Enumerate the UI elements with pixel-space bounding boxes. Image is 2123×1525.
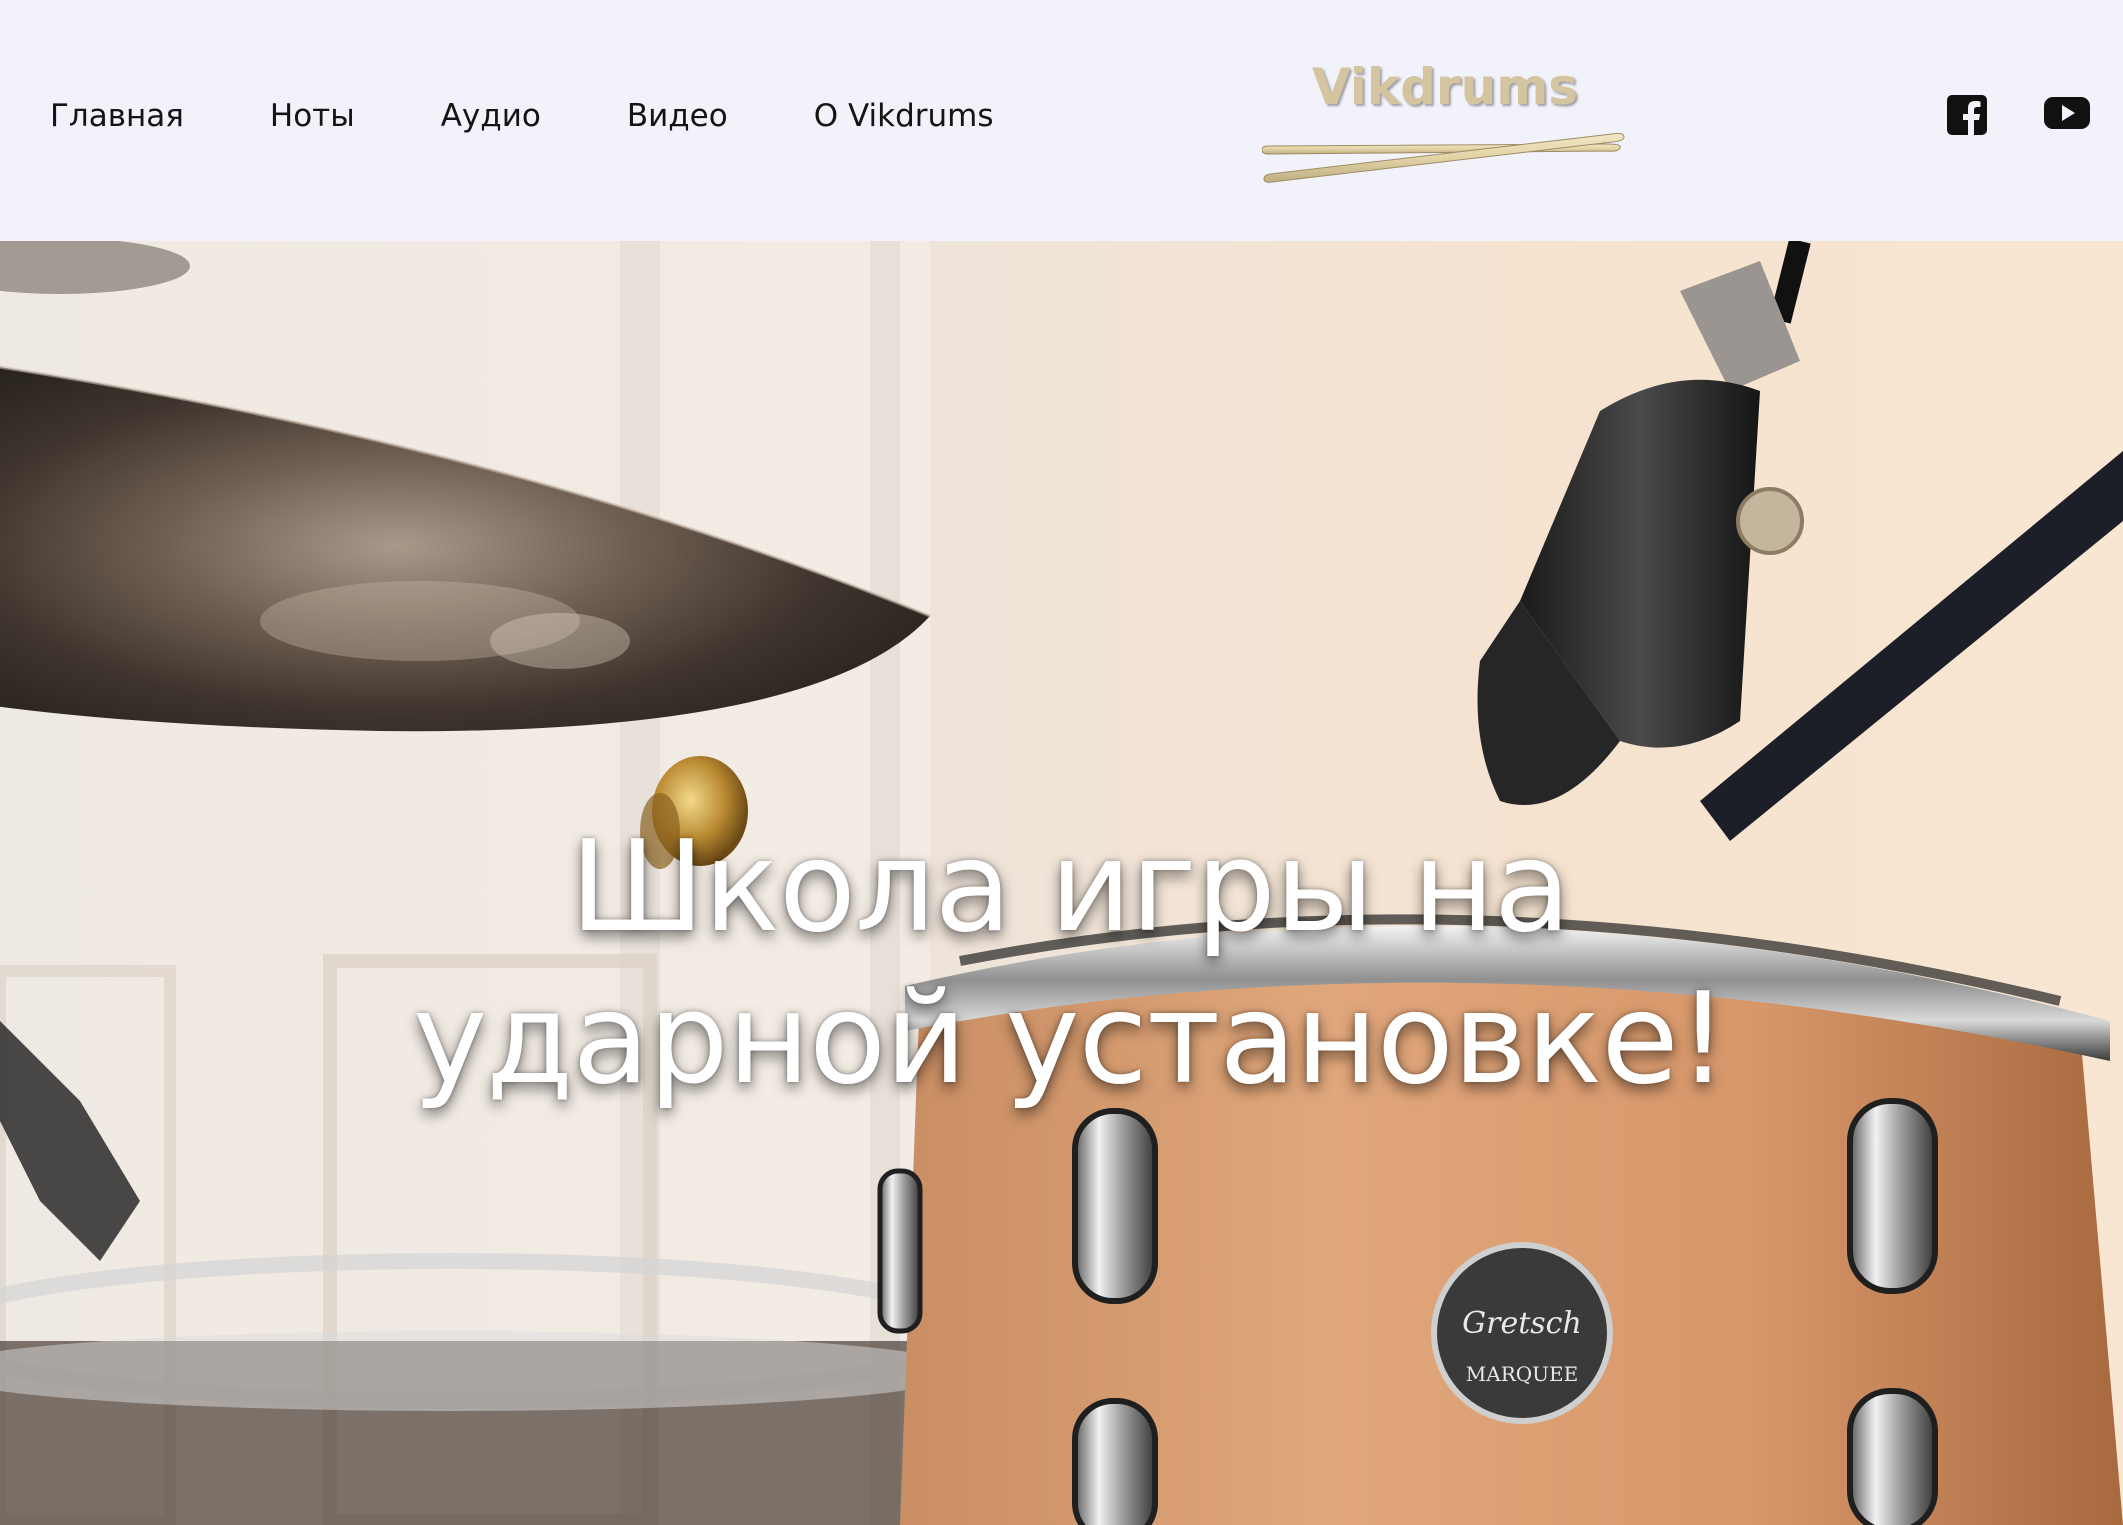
youtube-link[interactable] (2043, 94, 2090, 136)
facebook-icon (1947, 95, 1987, 135)
hero-section: Gretsch MARQUEE Школа игры на ударной ус… (0, 241, 2123, 1525)
nav-link-about[interactable]: О Vikdrums (814, 98, 994, 134)
drumsticks-icon (1262, 132, 1625, 183)
hero-title: Школа игры на ударной установке! (160, 811, 1980, 1115)
drum-badge-brand: Gretsch (1462, 1306, 1582, 1341)
site-header: Главная Ноты Аудио Видео О Vikdrums Vikd… (0, 0, 2123, 241)
facebook-link[interactable] (1946, 94, 1988, 136)
nav-link-video[interactable]: Видео (627, 98, 728, 134)
drum-badge-model: MARQUEE (1466, 1362, 1578, 1386)
hero-title-line-1: Школа игры на (570, 813, 1571, 960)
nav-link-home[interactable]: Главная (50, 98, 184, 134)
youtube-icon (2044, 97, 2090, 129)
nav-link-audio[interactable]: Аудио (441, 98, 541, 134)
hero-title-line-2: ударной установке! (412, 965, 1729, 1112)
nav-link-notes[interactable]: Ноты (270, 98, 355, 134)
logo-text: Vikdrums (1311, 58, 1579, 116)
main-nav: Главная Ноты Аудио Видео О Vikdrums (50, 98, 993, 134)
site-logo[interactable]: Vikdrums (1262, 52, 1628, 192)
